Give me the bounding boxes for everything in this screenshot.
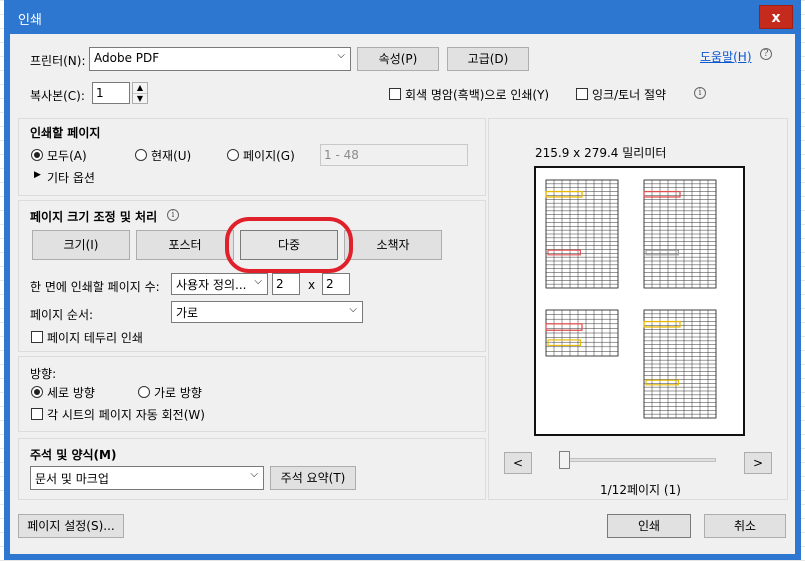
columns-input[interactable]: 2 [272,273,300,295]
print-button[interactable]: 인쇄 [607,514,691,538]
pages-to-print-heading: 인쇄할 페이지 [30,126,101,140]
chevron-down-icon: ⌵ [349,304,357,315]
info-icon[interactable]: i [167,209,179,221]
save-ink-label: 잉크/토너 절약 [592,88,667,102]
tab-poster[interactable]: 포스터 [136,230,234,260]
dialog-title: 인쇄 [18,13,42,28]
auto-rotate-label: 각 시트의 페이지 자동 회전(W) [47,408,205,422]
comments-select[interactable]: 문서 및 마크업 ⌵ [30,466,264,490]
thumbnail-page [545,309,619,357]
page-range-input[interactable]: 1 - 48 [320,144,468,166]
page-order-value: 가로 [176,306,199,320]
current-page-label: 현재(U) [151,149,192,163]
cancel-button[interactable]: 취소 [704,514,786,538]
page-slider[interactable] [560,458,716,462]
prev-icon: < [512,456,524,470]
landscape-label: 가로 방향 [154,386,202,400]
page-sizing-heading: 페이지 크기 조정 및 처리 [30,210,158,224]
tab-poster-label: 포스터 [168,238,202,252]
pages-per-sheet-value: 사용자 정의... [176,278,247,292]
all-pages-radio[interactable] [31,149,43,161]
thumbnail-page [545,179,619,289]
printer-value: Adobe PDF [94,51,160,65]
comments-heading: 주석 및 양식(M) [30,448,117,462]
next-icon: > [752,456,764,470]
tab-booklet[interactable]: 소책자 [344,230,442,260]
page-slider-handle[interactable] [559,451,570,469]
chevron-down-icon: ⌵ [337,50,345,61]
thumbnail-page [643,309,717,419]
chevron-down-icon: ⌵ [250,469,258,480]
summarize-comments-button[interactable]: 주석 요약(T) [270,466,356,490]
times-label: x [308,278,316,292]
page-counter: 1/12페이지 (1) [600,483,681,497]
expand-triangle-icon[interactable]: ▶ [34,170,41,180]
tab-booklet-label: 소책자 [376,238,410,252]
print-border-label: 페이지 테두리 인쇄 [47,331,143,345]
paper-dimensions: 215.9 x 279.4 밀리미터 [535,146,667,160]
advanced-button-label: 고급(D) [467,52,509,66]
prev-page-button[interactable]: < [504,452,532,474]
print-border-checkbox[interactable] [31,331,43,343]
advanced-button[interactable]: 고급(D) [447,47,529,71]
tab-size-label: 크기(I) [63,238,99,252]
print-dialog: 인쇄 x 프린터(N): Adobe PDF ⌵ 속성(P) 고급(D) 도움말… [4,0,801,560]
properties-button-label: 속성(P) [378,52,418,66]
save-ink-checkbox[interactable] [576,88,588,100]
close-button[interactable]: x [759,5,793,29]
thumbnail-page [643,179,717,289]
page-order-select[interactable]: 가로 ⌵ [171,301,363,323]
orientation-heading: 방향: [30,367,57,381]
spin-up-icon[interactable]: ▲ [133,83,147,94]
help-question-icon[interactable]: ? [760,48,772,60]
copies-spinner[interactable]: ▲ ▼ [132,82,148,104]
cancel-button-label: 취소 [733,519,757,533]
page-setup-label: 페이지 설정(S)... [27,519,115,533]
portrait-radio[interactable] [31,386,43,398]
all-pages-label: 모두(A) [47,149,87,163]
page-order-label: 페이지 순서: [30,308,94,322]
background-line [0,560,805,561]
grayscale-label: 회색 명암(흑백)으로 인쇄(Y) [405,88,550,102]
page-setup-button[interactable]: 페이지 설정(S)... [18,514,124,538]
dialog-body: 프린터(N): Adobe PDF ⌵ 속성(P) 고급(D) 도움말(H) ?… [10,34,795,554]
grayscale-checkbox[interactable] [389,88,401,100]
portrait-label: 세로 방향 [47,386,95,400]
properties-button[interactable]: 속성(P) [357,47,439,71]
comments-value: 문서 및 마크업 [35,472,109,486]
spin-down-icon[interactable]: ▼ [133,94,147,104]
current-page-radio[interactable] [135,149,147,161]
printer-select[interactable]: Adobe PDF ⌵ [89,47,351,71]
help-link[interactable]: 도움말(H) [700,48,752,65]
more-options-label[interactable]: 기타 옵션 [47,169,95,186]
landscape-radio[interactable] [138,386,150,398]
summarize-comments-label: 주석 요약(T) [280,471,346,485]
print-button-label: 인쇄 [637,519,661,533]
next-page-button[interactable]: > [744,452,772,474]
auto-rotate-checkbox[interactable] [31,408,43,420]
copies-label: 복사본(C): [30,89,85,103]
printer-label: 프린터(N): [30,54,86,68]
preview-thumbnails [545,179,717,419]
tab-size[interactable]: 크기(I) [32,230,130,260]
pages-per-sheet-label: 한 면에 인쇄할 페이지 수: [30,280,160,294]
chevron-down-icon: ⌵ [254,276,262,287]
title-bar: 인쇄 x [4,0,801,34]
pages-per-sheet-select[interactable]: 사용자 정의... ⌵ [171,273,268,295]
page-preview [534,166,745,436]
info-icon[interactable]: i [694,87,706,99]
copies-input[interactable]: 1 [92,82,130,104]
rows-input[interactable]: 2 [322,273,350,295]
page-range-label: 페이지(G) [243,149,295,163]
page-range-radio[interactable] [227,149,239,161]
red-highlight-annotation [225,217,353,273]
